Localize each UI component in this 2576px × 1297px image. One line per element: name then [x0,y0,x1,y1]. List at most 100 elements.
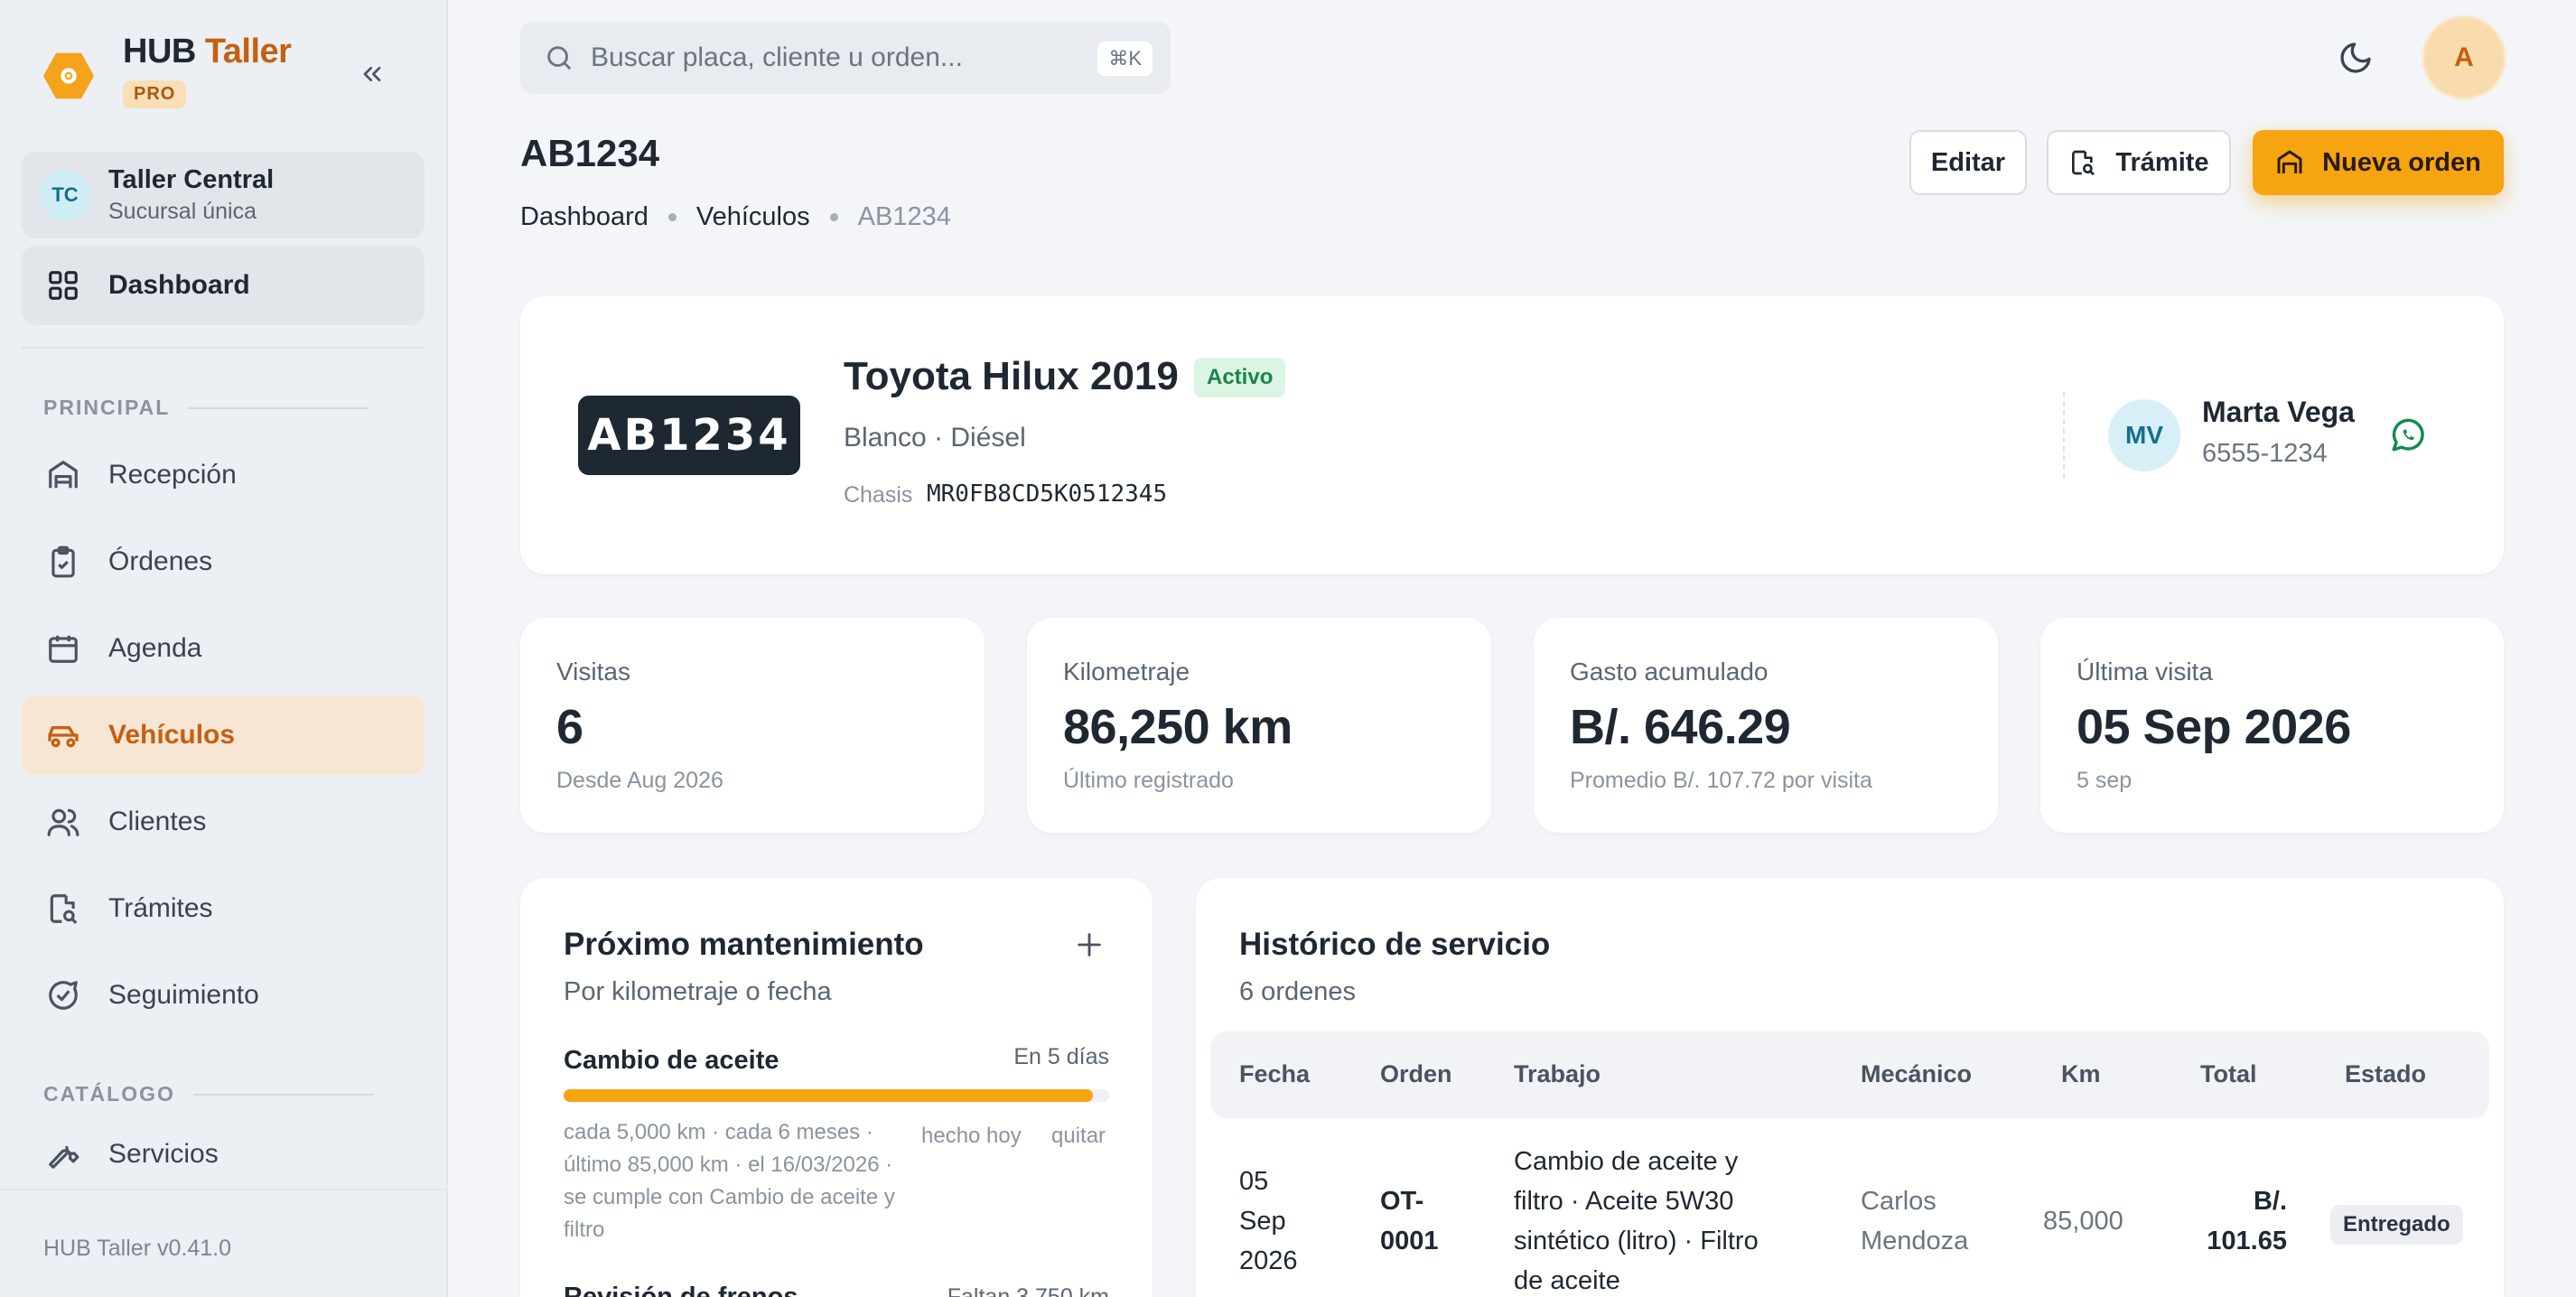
theme-toggle-button[interactable] [2334,36,2377,79]
garage-icon [2275,148,2304,177]
status-badge: Activo [1194,358,1286,397]
mark-done-today-link[interactable]: hecho hoy [921,1124,1022,1149]
chassis-value: MR0FB8CD5K0512345 [927,481,1168,508]
cell-trabajo: Cambio de aceite y filtro · Aceite 5W30 … [1514,1142,1759,1297]
cell-trabajo-line: Cambio de aceite y [1514,1147,1739,1176]
sidebar-item-label: Seguimiento [108,980,259,1010]
cell-orden[interactable]: OT- 0001 [1380,1181,1439,1261]
cell-total: B/. 101.65 [2193,1181,2287,1261]
status-badge: Entregado [2330,1205,2463,1245]
sidebar-footer: HUB Taller v0.41.0 [0,1189,446,1297]
sidebar-item-tramites[interactable]: Trámites [22,869,425,948]
section-label-text: PRINCIPAL [43,396,171,419]
edit-button[interactable]: Editar [1909,130,2027,195]
sidebar-item-vehiculos[interactable]: Vehículos [22,695,425,775]
users-icon [43,802,83,842]
column-header-total[interactable]: Total [2200,1060,2257,1088]
sidebar-item-label: Agenda [108,633,202,663]
breadcrumb-dashboard[interactable]: Dashboard [520,202,649,232]
brand-name-taller: Taller [204,33,292,70]
search-input[interactable] [591,42,1060,73]
sidebar-item-clientes[interactable]: Clientes [22,782,425,862]
column-header-fecha[interactable]: Fecha [1239,1060,1310,1088]
maintenance-item-name: Revisión de frenos [564,1283,798,1297]
plus-icon [1078,933,1101,956]
user-avatar[interactable]: A [2424,18,2504,98]
column-header-mecanico[interactable]: Mecánico [1861,1060,1972,1088]
add-maintenance-button[interactable] [1069,925,1109,965]
owner-phone: 6555-1234 [2202,439,2328,468]
cell-fecha-day: 05 [1239,1167,1269,1196]
stat-value: 6 [556,700,583,754]
sidebar-item-ordenes[interactable]: Órdenes [22,522,425,602]
maintenance-title: Próximo mantenimiento [564,927,924,962]
maintenance-item-description: cada 5,000 km · cada 6 meses · último 85… [564,1120,895,1242]
cell-trabajo-line: filtro · Aceite 5W30 [1514,1187,1734,1216]
sidebar-item-agenda[interactable]: Agenda [22,609,425,688]
chassis-label: Chasis [844,482,913,508]
service-history-card: Histórico de servicio 6 ordenes Fecha Or… [1196,878,2504,1297]
vehicle-summary-card: AB1234 Toyota Hilux 2019 Activo Blanco ·… [520,296,2504,574]
section-label-principal: PRINCIPAL [43,396,369,420]
stat-subtext: 5 sep [2077,768,2133,793]
breadcrumb-separator [829,213,838,221]
column-header-orden[interactable]: Orden [1380,1060,1452,1088]
sidebar-item-label: Clientes [108,807,207,836]
brand[interactable]: HUB Taller PRO [43,33,292,108]
cell-mecanico: Carlos Mendoza [1861,1181,1968,1261]
divider [2063,392,2065,479]
sidebar-item-seguimiento[interactable]: Seguimiento [22,956,425,1035]
breadcrumb-vehiculos[interactable]: Vehículos [696,202,810,232]
cell-orden-line: OT- [1380,1187,1424,1216]
chat-check-icon [43,975,83,1015]
sidebar-item-dashboard[interactable]: Dashboard [22,246,425,325]
sidebar-item-label: Vehículos [108,720,236,750]
column-header-km[interactable]: Km [2061,1060,2101,1088]
maintenance-progress-fill [564,1089,1093,1102]
section-label-text: CATÁLOGO [43,1082,175,1106]
tramite-button[interactable]: Trámite [2047,130,2231,195]
cell-orden-line: 0001 [1380,1227,1439,1255]
stat-value: B/. 646.29 [1570,700,1791,754]
cell-mecanico-line: Carlos [1861,1187,1937,1216]
garage-icon [43,455,83,495]
sidebar-item-label: Trámites [108,893,213,923]
branch-avatar: TC [40,170,90,220]
cell-fecha-year: 2026 [1239,1246,1298,1275]
vehicle-name: Toyota Hilux 2019 [844,354,1179,398]
sidebar-item-servicios[interactable]: Servicios [22,1120,425,1189]
sidebar-item-label: Recepción [108,460,237,490]
branch-selector[interactable]: TC Taller Central Sucursal única [22,152,425,238]
new-order-button[interactable]: Nueva orden [2253,130,2504,195]
app-version: HUB Taller v0.41.0 [43,1236,231,1261]
maintenance-item-due: Faltan 3,750 km [947,1284,1109,1297]
stat-value: 05 Sep 2026 [2077,700,2351,754]
sidebar-item-recepcion[interactable]: Recepción [22,435,425,515]
cell-trabajo-line: de aceite [1514,1266,1620,1295]
stat-subtext: Desde Aug 2026 [556,768,723,793]
remove-maintenance-link[interactable]: quitar [1051,1124,1106,1149]
owner-name[interactable]: Marta Vega [2202,396,2355,429]
stat-card-ultima-visita: Última visita 05 Sep 2026 5 sep [2040,618,2504,833]
plan-badge: PRO [123,80,187,108]
branch-subtitle: Sucursal única [108,199,257,224]
vehicle-details: Blanco · Diésel [844,423,1026,453]
stat-card-gasto: Gasto acumulado B/. 646.29 Promedio B/. … [1534,618,1998,833]
wrench-icon [43,1134,83,1174]
section-label-catalogo: CATÁLOGO [43,1082,374,1106]
history-title: Histórico de servicio [1239,927,1551,962]
cell-fecha: 05 Sep 2026 [1239,1162,1298,1281]
whatsapp-button[interactable] [2388,415,2428,455]
cell-total-line: 101.65 [2207,1227,2287,1255]
chevrons-left-icon [363,67,381,81]
column-header-estado[interactable]: Estado [2345,1060,2426,1088]
search-shortcut: ⌘K [1097,42,1153,76]
collapse-sidebar-button[interactable] [354,56,390,92]
tramite-button-label: Trámite [2115,147,2209,177]
brand-name: HUB Taller [123,33,292,71]
column-header-trabajo[interactable]: Trabajo [1514,1060,1601,1088]
maintenance-card: Próximo mantenimiento Por kilometraje o … [520,878,1153,1297]
new-order-label: Nueva orden [2322,147,2481,177]
search-bar[interactable]: ⌘K [520,22,1171,94]
calendar-icon [43,629,83,668]
